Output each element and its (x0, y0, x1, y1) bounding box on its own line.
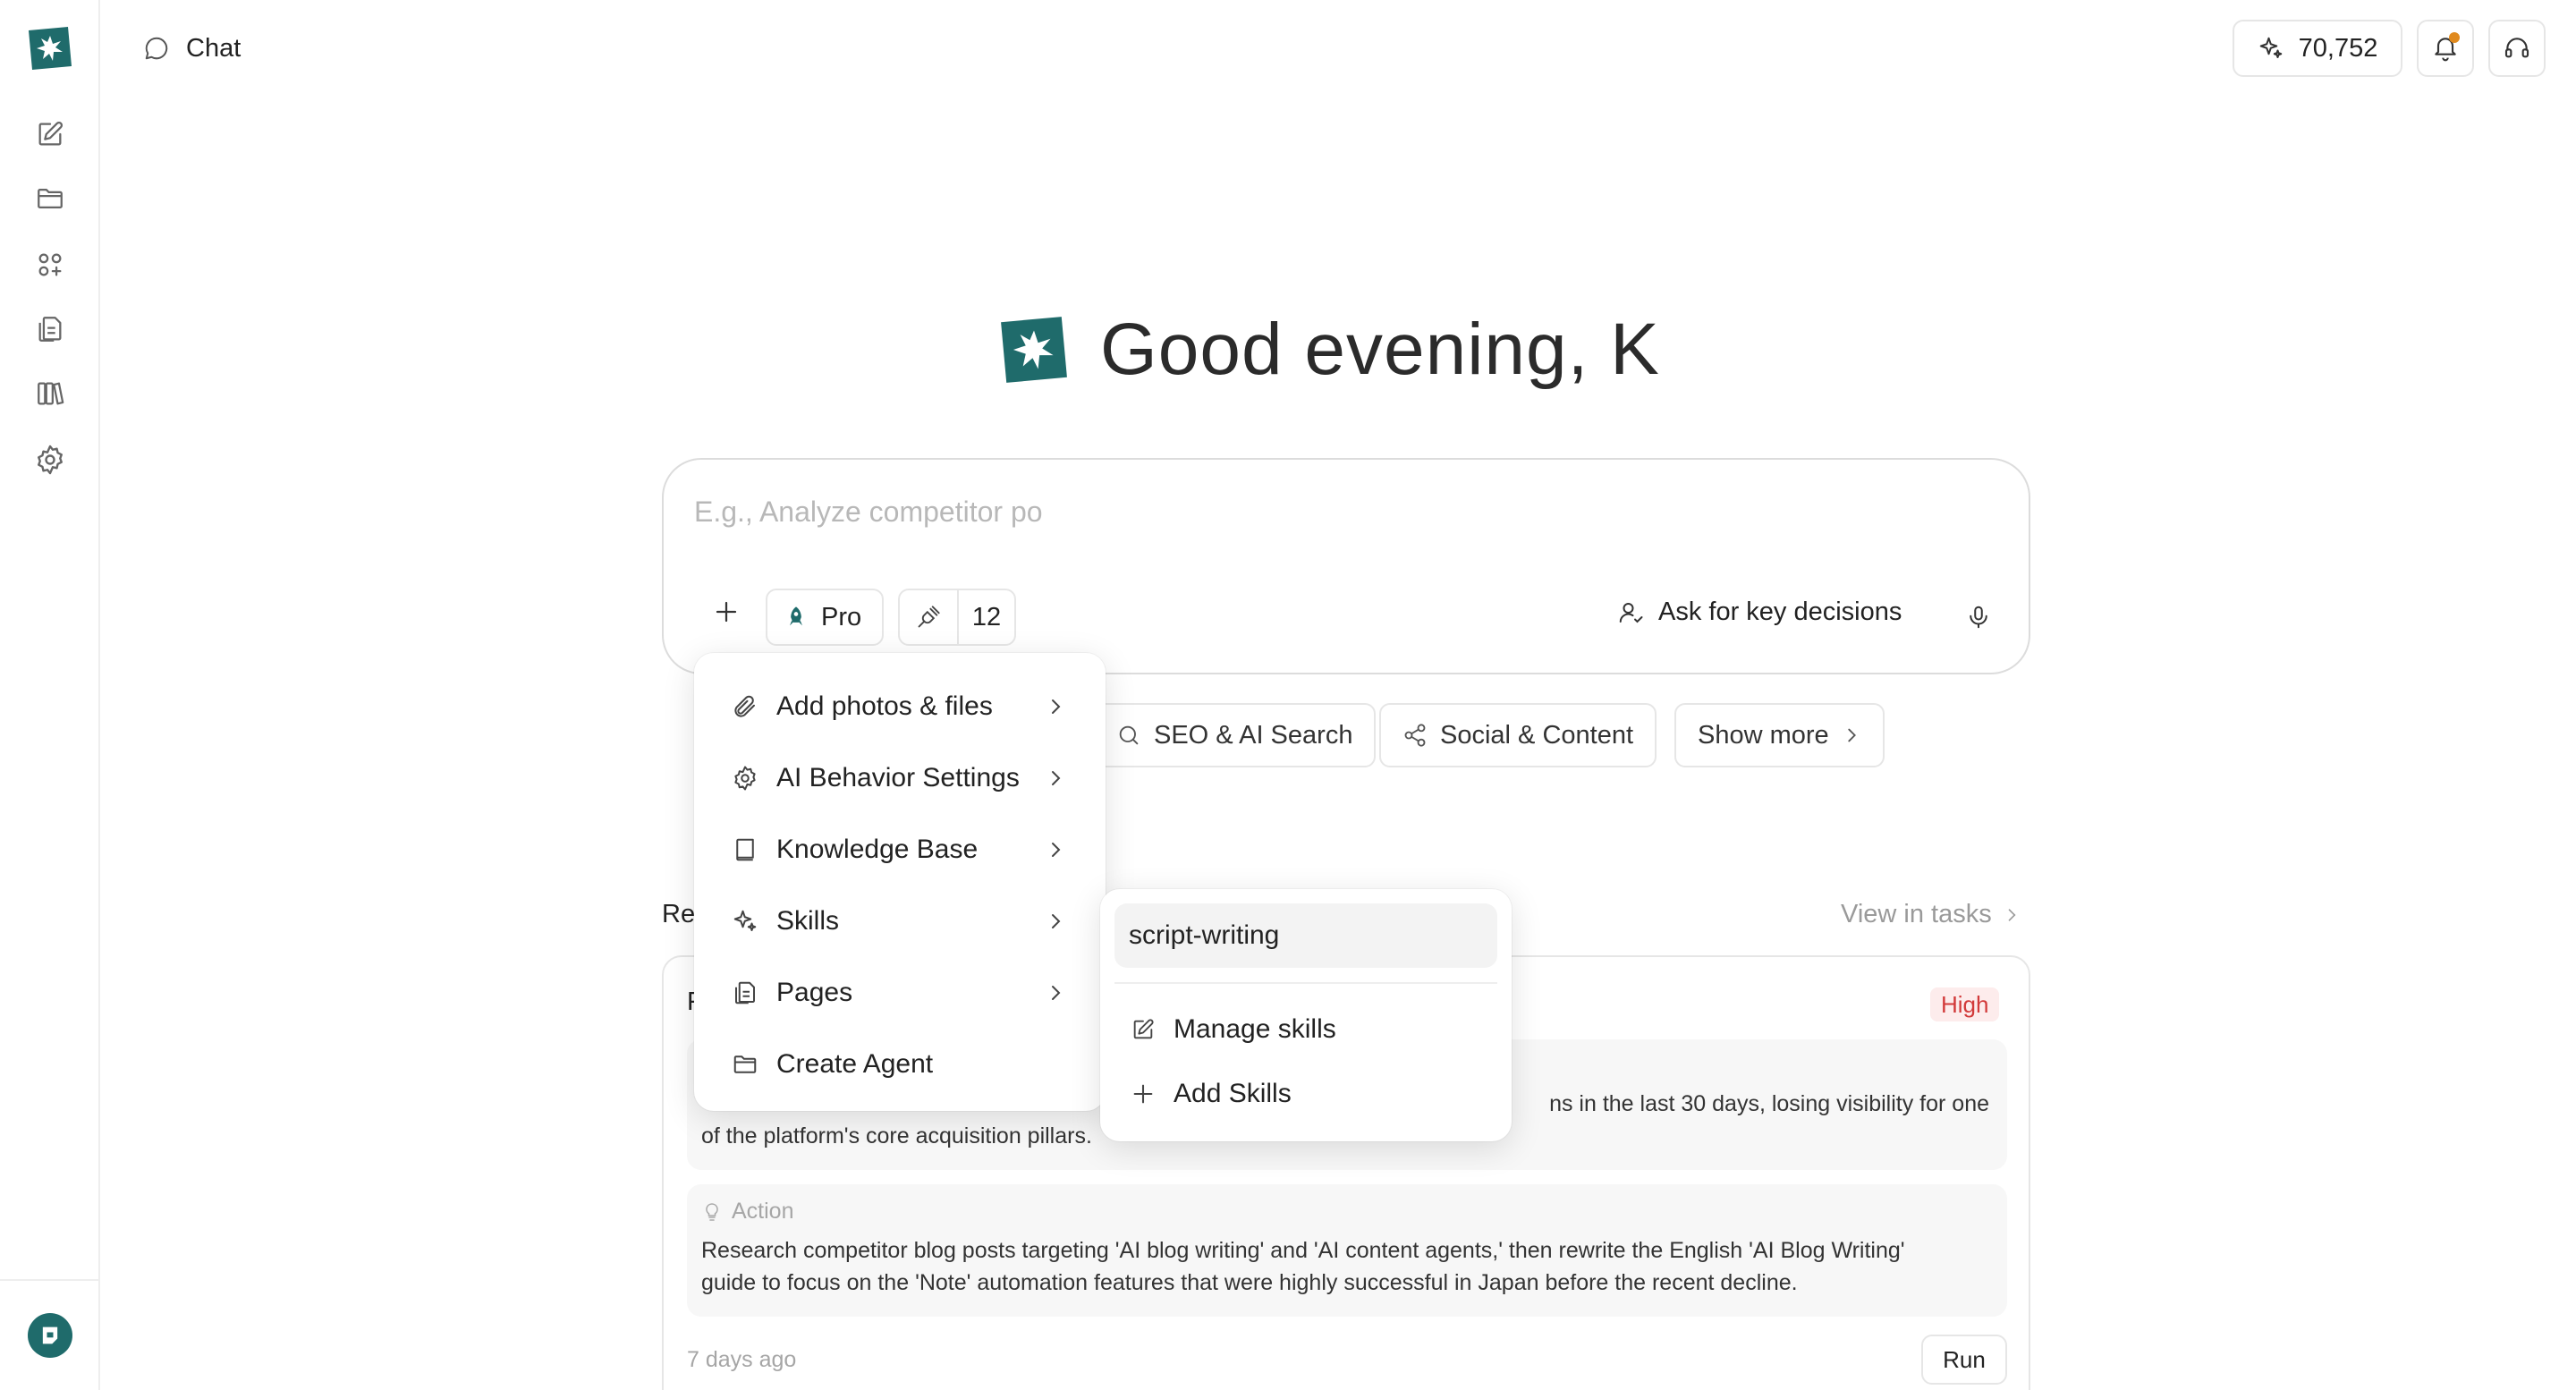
notifications-button[interactable] (2417, 20, 2474, 77)
view-in-tasks-link[interactable]: View in tasks (1841, 900, 2021, 929)
category-label: Social & Content (1440, 720, 1634, 750)
add-skills-label: Add Skills (1174, 1079, 1292, 1108)
apps-icon[interactable] (32, 247, 68, 283)
prompt-input[interactable] (694, 496, 1857, 529)
page-title-label: Chat (186, 33, 242, 63)
section-title: Re (662, 900, 696, 928)
mode-selector[interactable]: Pro (766, 589, 884, 646)
menu-item-knowledge-base[interactable]: Knowledge Base (707, 818, 1093, 882)
show-more-button[interactable]: Show more (1674, 703, 1885, 767)
action-text-line2: guide to focus on the 'Note' automation … (701, 1270, 1798, 1295)
support-button[interactable] (2488, 20, 2546, 77)
action-text-line1: Research competitor blog posts targeting… (701, 1238, 1905, 1263)
gear-icon (732, 765, 758, 792)
book-icon (732, 836, 758, 863)
search-icon (1116, 723, 1141, 748)
skills-submenu: script-writing Manage skills Add Skills (1100, 889, 1512, 1141)
chat-bubble-icon (143, 35, 170, 62)
headset-icon (2503, 34, 2531, 63)
mode-label: Pro (821, 602, 862, 631)
chevron-right-icon (1842, 725, 1861, 745)
chevron-right-icon (1045, 839, 1066, 860)
lightbulb-icon (701, 1201, 723, 1223)
show-more-label: Show more (1698, 720, 1829, 750)
divider (1114, 982, 1497, 984)
ask-decisions-toggle[interactable]: Ask for key decisions (1617, 598, 1902, 627)
action-box: Action Research competitor blog posts ta… (687, 1184, 2007, 1317)
greeting: Good evening, K (998, 308, 1660, 392)
folder-icon (732, 1051, 758, 1078)
category-label: SEO & AI Search (1154, 720, 1353, 750)
view-in-tasks-label: View in tasks (1841, 900, 1992, 928)
folder-icon[interactable] (32, 181, 68, 216)
menu-item-label: Create Agent (776, 1049, 934, 1079)
pages-icon (732, 979, 758, 1006)
menu-item-label: Skills (776, 906, 840, 936)
tools-count: 12 (971, 602, 1002, 631)
chevron-right-icon (1045, 696, 1066, 717)
plug-icon (900, 590, 959, 644)
add-menu: Add photos & files AI Behavior Settings … (694, 653, 1106, 1111)
task-age: 7 days ago (687, 1347, 797, 1372)
tools-selector[interactable]: 12 (898, 589, 1016, 646)
category-social[interactable]: Social & Content (1379, 703, 1657, 767)
run-button[interactable]: Run (1921, 1335, 2007, 1385)
menu-item-pages[interactable]: Pages (707, 961, 1093, 1025)
menu-item-skills[interactable]: Skills (707, 889, 1093, 954)
menu-item-label: Knowledge Base (776, 835, 979, 864)
user-check-icon (1617, 599, 1644, 626)
add-button[interactable] (707, 592, 746, 631)
manage-skills-button[interactable]: Manage skills (1114, 1000, 1497, 1059)
ask-decisions-label: Ask for key decisions (1658, 598, 1902, 626)
action-label: Action (732, 1199, 794, 1224)
chevron-right-icon (1045, 982, 1066, 1004)
microphone-button[interactable] (1959, 598, 1998, 637)
category-seo[interactable]: SEO & AI Search (1093, 703, 1377, 767)
chevron-right-icon (1045, 767, 1066, 789)
avatar[interactable] (28, 1313, 72, 1358)
rocket-icon (784, 605, 809, 630)
composer: Pro 12 Ask for key decisions (662, 458, 2030, 674)
menu-item-add-photos[interactable]: Add photos & files (707, 674, 1093, 739)
brand-logo-icon[interactable] (27, 25, 73, 72)
page-title: Chat (143, 30, 241, 66)
add-skills-button[interactable]: Add Skills (1114, 1064, 1497, 1123)
menu-item-label: Pages (776, 978, 853, 1007)
greeting-text: Good evening, K (1100, 309, 1660, 390)
settings-icon[interactable] (32, 442, 68, 478)
sparkle-icon (732, 908, 758, 935)
chevron-right-icon (2003, 906, 2021, 924)
notification-dot (2449, 32, 2460, 43)
priority-badge: High (1930, 987, 2000, 1021)
sidebar (0, 0, 100, 1390)
menu-item-label: AI Behavior Settings (776, 763, 1020, 792)
manage-skills-label: Manage skills (1174, 1014, 1336, 1044)
brand-logo-icon (998, 314, 1070, 386)
documents-icon[interactable] (32, 311, 68, 347)
menu-item-create-agent[interactable]: Create Agent (707, 1032, 1093, 1097)
credits-button[interactable]: 70,752 (2233, 20, 2402, 77)
skill-item-script-writing[interactable]: script-writing (1114, 903, 1497, 968)
sidebar-footer (0, 1279, 98, 1390)
share-icon (1402, 723, 1428, 748)
menu-item-ai-behavior[interactable]: AI Behavior Settings (707, 746, 1093, 810)
menu-item-label: Add photos & files (776, 691, 993, 721)
library-icon[interactable] (32, 376, 68, 411)
credits-count: 70,752 (2298, 33, 2378, 63)
sparkle-icon (2258, 35, 2284, 62)
paperclip-icon (732, 693, 758, 720)
chevron-right-icon (1045, 911, 1066, 932)
edit-icon (1131, 1017, 1156, 1042)
new-chat-icon[interactable] (32, 116, 68, 152)
plus-icon (1131, 1081, 1156, 1106)
action-label-row: Action (701, 1199, 793, 1225)
